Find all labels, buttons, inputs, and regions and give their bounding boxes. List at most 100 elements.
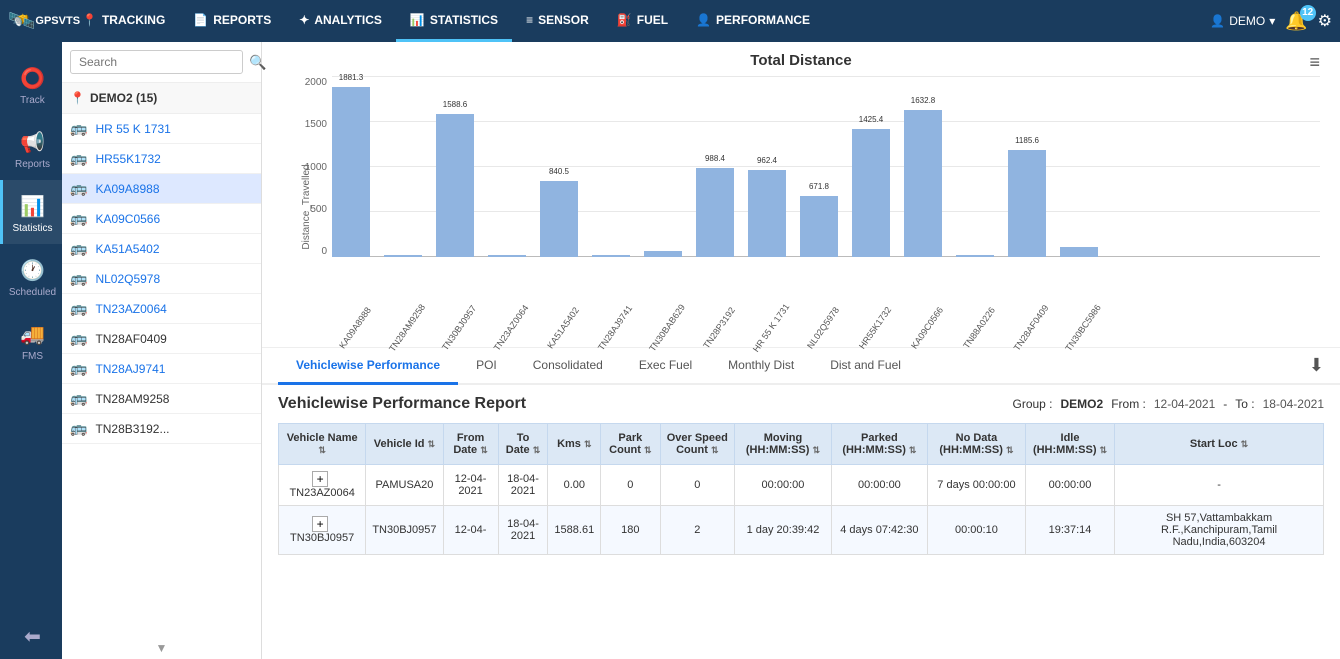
- expand-button[interactable]: +: [312, 516, 328, 532]
- expand-button[interactable]: +: [312, 471, 328, 487]
- bar-group: TN88A0226: [956, 255, 994, 257]
- cell-kms: 1588.61: [548, 506, 601, 555]
- vehicle-icon: 🚌: [70, 300, 87, 317]
- y-tick: 1000: [305, 162, 327, 173]
- col-header-parked: Parked (HH:MM:SS) ⇅: [831, 424, 927, 465]
- tab-vehiclewise[interactable]: Vehiclewise Performance: [278, 348, 458, 385]
- nav-fuel[interactable]: ⛽ FUEL: [603, 0, 682, 42]
- table-row: + TN30BJ0957 TN30BJ0957 12-04- 18-04-202…: [279, 506, 1324, 555]
- top-navigation: 🛰️ GPSVTS 📍 TRACKING 📄 REPORTS ✦ ANALYTI…: [0, 0, 1340, 42]
- list-item[interactable]: 🚌 TN28AM9258: [62, 384, 261, 414]
- report-header-row: Vehiclewise Performance Report Group : D…: [278, 395, 1324, 413]
- col-header-from-date: From Date ⇅: [443, 424, 498, 465]
- scroll-down-indicator: ▼: [62, 637, 261, 659]
- list-item[interactable]: 🚌 KA09C0566: [62, 204, 261, 234]
- sidebar-item-fms[interactable]: 🚚 FMS: [0, 308, 62, 372]
- sidebar-item-logout[interactable]: ⬅: [0, 610, 62, 659]
- search-input[interactable]: [70, 50, 243, 74]
- chart-title: Total Distance: [750, 52, 851, 69]
- list-item[interactable]: 🚌 KA09A8988: [62, 174, 261, 204]
- sort-icon: ⇅: [1241, 439, 1249, 449]
- tab-consolidated[interactable]: Consolidated: [515, 348, 621, 385]
- chart-bar: [1060, 247, 1098, 257]
- logout-icon: ⬅: [24, 624, 41, 649]
- vehicle-icon: 🚌: [70, 420, 87, 437]
- chart-bar: 962.4: [748, 170, 786, 257]
- sidebar-item-track[interactable]: ⭕ Track: [0, 52, 62, 116]
- bar-value: 840.5: [549, 167, 569, 176]
- list-item[interactable]: 🚌 TN28B3192...: [62, 414, 261, 444]
- chart-bar: 671.8: [800, 196, 838, 257]
- col-header-park-count: Park Count ⇅: [601, 424, 660, 465]
- cell-start-loc: -: [1115, 465, 1324, 506]
- search-icon[interactable]: 🔍: [249, 54, 266, 71]
- settings-button[interactable]: ⚙: [1318, 11, 1332, 31]
- bar-group: 1881.3 KA09A8988: [332, 87, 370, 257]
- cell-parked: 00:00:00: [831, 465, 927, 506]
- download-button[interactable]: ⬇: [1309, 355, 1324, 376]
- tab-distandfuel[interactable]: Dist and Fuel: [812, 348, 919, 385]
- bar-label: TN30BJ0957: [440, 303, 478, 352]
- list-item[interactable]: 🚌 HR 55 K 1731: [62, 114, 261, 144]
- sort-icon: ⇅: [533, 445, 541, 455]
- sidebar-item-reports[interactable]: 📢 Reports: [0, 116, 62, 180]
- vehicle-name: TN28AJ9741: [95, 362, 165, 376]
- left-sidebar: ⭕ Track 📢 Reports 📊 Statistics 🕐 Schedul…: [0, 42, 62, 659]
- tab-poi[interactable]: POI: [458, 348, 515, 385]
- chart-bar: [644, 251, 682, 257]
- vehicle-name: KA09C0566: [95, 212, 160, 226]
- cell-start-loc: SH 57,Vattambakkam R.F.,Kanchipuram,Tami…: [1115, 506, 1324, 555]
- nav-analytics[interactable]: ✦ ANALYTICS: [285, 0, 396, 42]
- chart-bar: [384, 255, 422, 257]
- list-item[interactable]: 🚌 HR55K1732: [62, 144, 261, 174]
- bar-group: TN30BC5986: [1060, 247, 1098, 257]
- bar-group: 671.8 NL02Q5978: [800, 196, 838, 257]
- nav-tracking[interactable]: 📍 TRACKING: [68, 0, 179, 42]
- list-item[interactable]: 🚌 TN28AJ9741: [62, 354, 261, 384]
- bar-label: TN28AJ9741: [596, 303, 634, 352]
- sort-icon: ⇅: [813, 445, 821, 455]
- nav-statistics[interactable]: 📊 STATISTICS: [396, 0, 512, 42]
- vehicle-icon: 🚌: [70, 330, 87, 347]
- megaphone-icon: 📢: [20, 130, 45, 155]
- sort-icon: ⇅: [480, 445, 488, 455]
- list-item[interactable]: 🚌 TN23AZ0064: [62, 294, 261, 324]
- bar-group: 1632.8 KA09C0566: [904, 110, 942, 257]
- sort-icon: ⇅: [1006, 445, 1014, 455]
- sort-icon: ⇅: [711, 445, 719, 455]
- bar-label: HR55K1732: [857, 305, 893, 351]
- list-item[interactable]: 🚌 NL02Q5978: [62, 264, 261, 294]
- sort-icon: ⇅: [584, 439, 592, 449]
- nav-reports[interactable]: 📄 REPORTS: [179, 0, 285, 42]
- bar-label: TN23AZ0064: [492, 303, 531, 353]
- statistics-sidebar-icon: 📊: [20, 194, 45, 219]
- chart-bar: [488, 255, 526, 257]
- col-header-moving: Moving (HH:MM:SS) ⇅: [735, 424, 832, 465]
- clock-icon: 🕐: [20, 258, 45, 283]
- list-item[interactable]: 🚌 KA51A5402: [62, 234, 261, 264]
- app-logo: 🛰️ GPSVTS: [8, 8, 68, 34]
- bar-value: 1185.6: [1015, 136, 1039, 145]
- col-header-over-speed: Over Speed Count ⇅: [660, 424, 735, 465]
- bar-label: TN28AF0409: [1012, 303, 1051, 353]
- sort-icon: ⇅: [644, 445, 652, 455]
- vehicle-name: TN28AM9258: [95, 392, 169, 406]
- cell-to-date: 18-04-2021: [498, 465, 548, 506]
- cell-from-date: 12-04-: [443, 506, 498, 555]
- sort-icon: ⇅: [1100, 445, 1108, 455]
- tab-monthlydist[interactable]: Monthly Dist: [710, 348, 812, 385]
- user-menu-button[interactable]: 👤 DEMO ▾: [1210, 14, 1275, 28]
- nav-sensor[interactable]: ≡ SENSOR: [512, 0, 603, 42]
- notification-button[interactable]: 🔔 12: [1285, 11, 1307, 32]
- sidebar-item-statistics[interactable]: 📊 Statistics: [0, 180, 62, 244]
- chart-bar: 1185.6: [1008, 150, 1046, 257]
- vehicle-icon: 🚌: [70, 180, 87, 197]
- location-pin-icon: 📍: [70, 91, 85, 105]
- chart-menu-icon[interactable]: ≡: [1309, 52, 1320, 73]
- bar-label: TN30BC5986: [1063, 303, 1102, 353]
- tab-execfuel[interactable]: Exec Fuel: [621, 348, 710, 385]
- nav-performance[interactable]: 👤 PERFORMANCE: [682, 0, 824, 42]
- bar-value: 1425.4: [859, 115, 883, 124]
- list-item[interactable]: 🚌 TN28AF0409: [62, 324, 261, 354]
- sidebar-item-scheduled[interactable]: 🕐 Scheduled: [0, 244, 62, 308]
